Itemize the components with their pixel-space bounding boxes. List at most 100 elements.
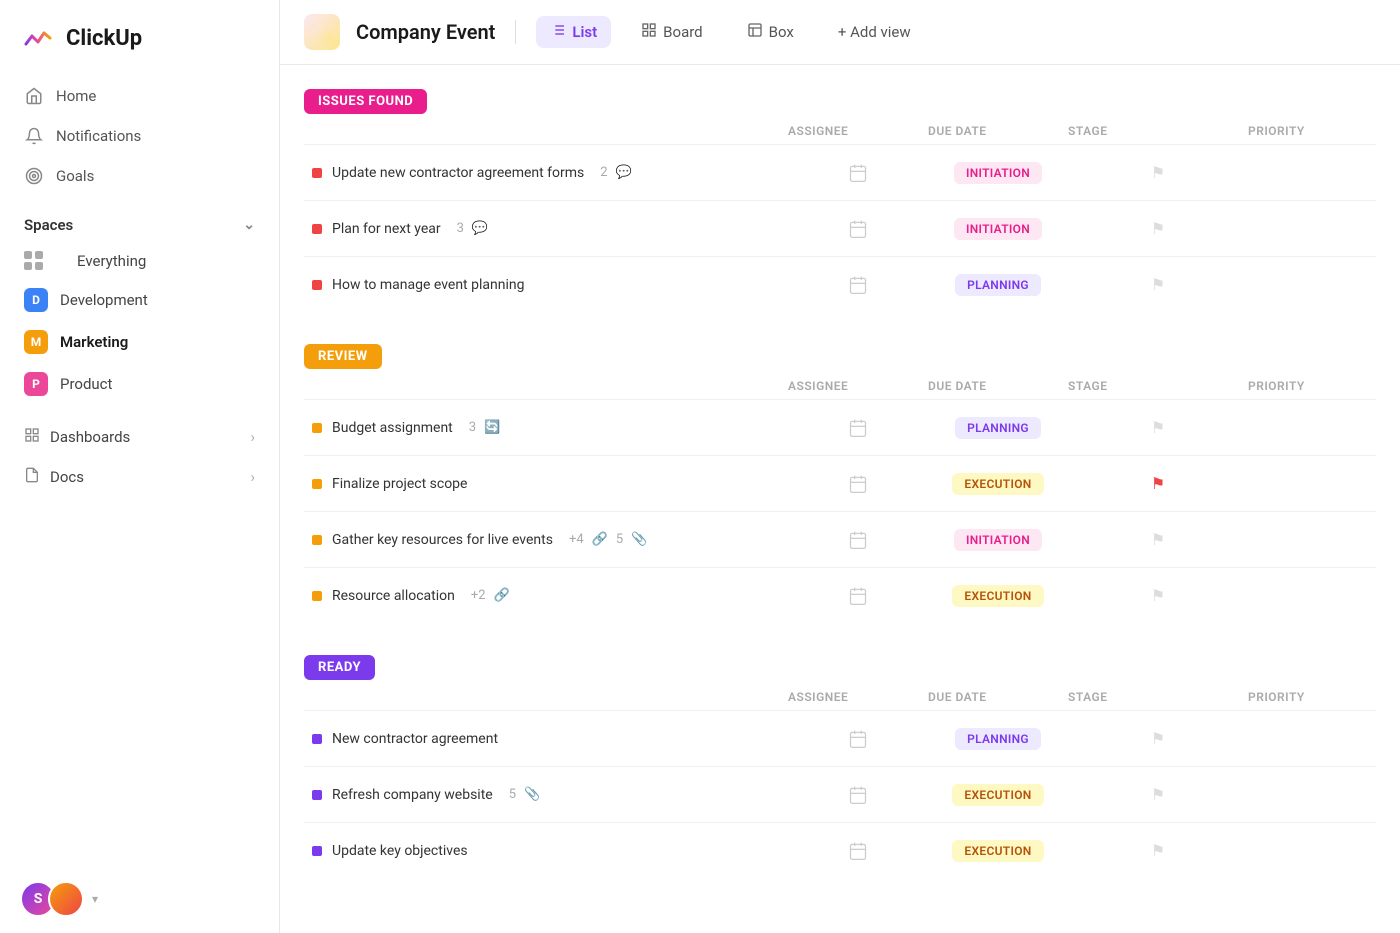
- sidebar-item-notifications[interactable]: Notifications: [12, 116, 267, 156]
- col-stage-issues: STAGE: [1068, 124, 1248, 138]
- task-content: ISSUES FOUND ASSIGNEE DUE DATE STAGE PRI…: [280, 65, 1400, 933]
- task-name: How to manage event planning: [332, 277, 524, 293]
- sidebar-item-docs[interactable]: Docs ›: [12, 457, 267, 497]
- tab-list[interactable]: List: [536, 16, 611, 48]
- sidebar-item-docs-label: Docs: [50, 468, 84, 486]
- section-ready-header-row: READY: [304, 655, 1376, 680]
- sidebar-item-everything[interactable]: Everything: [0, 242, 279, 279]
- logo[interactable]: ClickUp: [0, 0, 279, 72]
- table-row[interactable]: Resource allocation +2 🔗 EXECUTION ⚑: [304, 567, 1376, 623]
- tab-board[interactable]: Board: [627, 16, 716, 48]
- attachment-icon: 📎: [631, 532, 647, 547]
- add-view-button[interactable]: + Add view: [824, 17, 925, 47]
- sidebar-item-goals-label: Goals: [56, 167, 94, 185]
- table-row[interactable]: Update new contractor agreement forms 2 …: [304, 144, 1376, 200]
- task-name: Finalize project scope: [332, 476, 467, 492]
- due-date-cell: [788, 474, 928, 494]
- task-name: Update new contractor agreement forms: [332, 165, 584, 181]
- section-review: REVIEW ASSIGNEE DUE DATE STAGE PRIORITY …: [280, 320, 1400, 631]
- table-row[interactable]: Update key objectives EXECUTION ⚑: [304, 822, 1376, 878]
- tab-list-label: List: [572, 23, 597, 41]
- calendar-icon: [848, 474, 868, 494]
- task-dot-purple: [312, 790, 322, 800]
- table-row[interactable]: Refresh company website 5 📎 EXECUTION ⚑: [304, 766, 1376, 822]
- table-row[interactable]: Gather key resources for live events +4 …: [304, 511, 1376, 567]
- tab-box[interactable]: Box: [733, 16, 808, 48]
- sidebar-item-development-label: Development: [60, 291, 148, 309]
- add-view-label: + Add view: [838, 23, 911, 41]
- spaces-list: Everything D Development M Marketing P P…: [0, 242, 279, 405]
- calendar-icon: [848, 841, 868, 861]
- col-assignee-review: ASSIGNEE: [788, 379, 928, 393]
- spaces-section-header: Spaces ⌄: [0, 200, 279, 242]
- col-assignee-issues: ASSIGNEE: [788, 124, 928, 138]
- flag-icon: ⚑: [1151, 219, 1165, 238]
- due-date-cell: [788, 729, 928, 749]
- col-stage-review: STAGE: [1068, 379, 1248, 393]
- board-icon: [641, 22, 657, 42]
- due-date-cell: [788, 586, 928, 606]
- attachment-icon-2: 📎: [524, 787, 540, 802]
- flag-icon: ⚑: [1151, 586, 1165, 605]
- table-row[interactable]: How to manage event planning PLANNING ⚑: [304, 256, 1376, 312]
- section-ready: READY ASSIGNEE DUE DATE STAGE PRIORITY N…: [280, 631, 1400, 886]
- table-row[interactable]: Finalize project scope EXECUTION ⚑: [304, 455, 1376, 511]
- topbar-divider: [515, 20, 516, 44]
- sidebar-item-goals[interactable]: Goals: [12, 156, 267, 196]
- docs-icon: [24, 467, 40, 487]
- table-row[interactable]: New contractor agreement PLANNING ⚑: [304, 710, 1376, 766]
- app-name: ClickUp: [66, 26, 142, 51]
- user-menu-arrow: ▾: [92, 892, 98, 906]
- task-meta-plus: +2: [471, 588, 486, 603]
- chevron-right-icon: ›: [250, 428, 255, 446]
- task-meta-count: 5: [509, 787, 516, 802]
- task-dot-yellow: [312, 479, 322, 489]
- sidebar-item-development[interactable]: D Development: [0, 279, 279, 321]
- sidebar-item-marketing[interactable]: M Marketing: [0, 321, 279, 363]
- stage-badge: EXECUTION: [952, 784, 1043, 806]
- refresh-icon: 🔄: [484, 420, 500, 435]
- sidebar-item-product-label: Product: [60, 375, 112, 393]
- project-icon: [304, 14, 340, 50]
- calendar-icon: [848, 418, 868, 438]
- task-table-header-issues: ASSIGNEE DUE DATE STAGE PRIORITY: [304, 114, 1376, 144]
- flag-icon: ⚑: [1151, 841, 1165, 860]
- sidebar-item-product[interactable]: P Product: [0, 363, 279, 405]
- col-assignee-ready: ASSIGNEE: [788, 690, 928, 704]
- task-name: Gather key resources for live events: [332, 532, 553, 548]
- stage-badge: EXECUTION: [952, 585, 1043, 607]
- task-name: Refresh company website: [332, 787, 493, 803]
- chevron-down-icon[interactable]: ⌄: [243, 217, 255, 233]
- table-row[interactable]: Budget assignment 3 🔄 PLANNING ⚑: [304, 399, 1376, 455]
- section-issues-found: ISSUES FOUND ASSIGNEE DUE DATE STAGE PRI…: [280, 65, 1400, 320]
- user-profile-area[interactable]: S ▾: [0, 865, 279, 933]
- col-priority-issues: PRIORITY: [1248, 124, 1368, 138]
- goals-icon: [24, 166, 44, 186]
- flag-icon: ⚑: [1151, 785, 1165, 804]
- home-icon: [24, 86, 44, 106]
- stage-badge: PLANNING: [955, 728, 1041, 750]
- sidebar-extra-sections: Dashboards › Docs ›: [0, 413, 279, 501]
- task-dot-yellow: [312, 423, 322, 433]
- sidebar-item-home-label: Home: [56, 87, 96, 105]
- task-meta-count: 3: [457, 221, 464, 236]
- bell-icon: [24, 126, 44, 146]
- sidebar-item-everything-label: Everything: [77, 252, 146, 270]
- task-dot-red: [312, 168, 322, 178]
- sidebar-item-home[interactable]: Home: [12, 76, 267, 116]
- col-duedate-issues: DUE DATE: [928, 124, 1068, 138]
- table-row[interactable]: Plan for next year 3 💬 INITIATION ⚑: [304, 200, 1376, 256]
- due-date-cell: [788, 785, 928, 805]
- task-dot-purple: [312, 846, 322, 856]
- col-priority-review: PRIORITY: [1248, 379, 1368, 393]
- topbar: Company Event List Board Box + Add view: [280, 0, 1400, 65]
- flag-icon: ⚑: [1151, 275, 1165, 294]
- stage-badge: PLANNING: [955, 417, 1041, 439]
- section-issues-header-row: ISSUES FOUND: [304, 89, 1376, 114]
- marketing-icon: M: [24, 330, 48, 354]
- sidebar-item-dashboards[interactable]: Dashboards ›: [12, 417, 267, 457]
- task-dot-yellow: [312, 591, 322, 601]
- spaces-label: Spaces: [24, 216, 73, 234]
- col-duedate-review: DUE DATE: [928, 379, 1068, 393]
- stage-badge: EXECUTION: [952, 473, 1043, 495]
